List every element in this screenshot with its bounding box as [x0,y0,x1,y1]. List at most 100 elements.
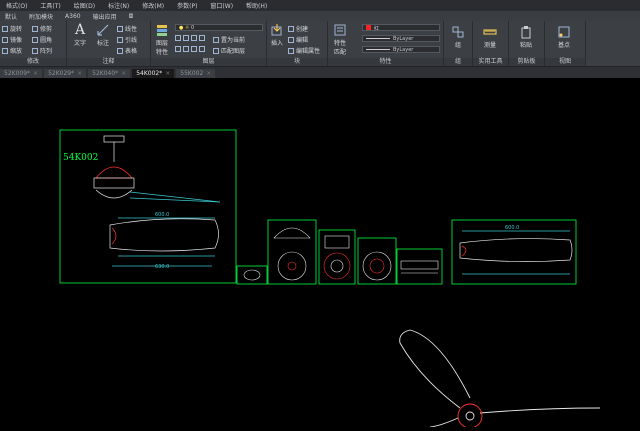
close-icon[interactable]: × [165,69,170,78]
color-dropdown[interactable]: 红 [362,24,440,32]
linetype-icon [366,38,390,39]
doc-tab[interactable]: 52K040* × [88,69,131,78]
blade-right-view: 600.0 [459,225,573,275]
paste-button[interactable]: 粘贴 [515,25,537,49]
match-properties-icon [334,24,346,36]
dimension-text: 600.0 [505,225,519,231]
menu-parametric[interactable]: 参数(P) [171,1,204,10]
scale-tool[interactable]: 缩放 [2,46,22,55]
panel-label[interactable]: 特性 [328,58,443,66]
menu-modify[interactable]: 修改(M) [136,1,171,10]
linear-dim-tool[interactable]: 线性 [117,24,137,33]
panel-label[interactable]: 图层 [151,58,266,66]
frame-part [236,265,268,285]
ribbon-tab-bar: 默认 附加模块 A360 输出应用 ◘ [0,11,640,21]
panel-layers: 图层 特性 ● ☼ 0 置为当前 匹配图层 图层 [151,21,267,66]
linetype-dropdown[interactable]: ByLayer [362,35,440,42]
fillet-tool[interactable]: 圆角 [32,35,52,44]
layer-icon [191,46,197,52]
edit-block-tool[interactable]: 编辑 [288,35,308,44]
panel-annotation: A 文字 标注 线性 引线 表格 注释 [67,21,151,66]
match-layer-tool[interactable]: 匹配图层 [213,46,245,55]
panel-properties: 特性 匹配 红 ByLayer ByLayer 特性 [328,21,444,66]
table-tool[interactable]: 表格 [117,46,137,55]
tab-a360[interactable]: A360 [60,13,88,20]
layer-icon [183,35,189,41]
menu-window[interactable]: 窗口(W) [204,1,240,10]
array-icon [32,47,38,54]
doc-tab[interactable]: 55K002 × [176,69,216,78]
close-icon[interactable]: × [33,69,38,78]
trim-tool[interactable]: 修剪 [32,24,52,33]
dimension-button[interactable]: 标注 [92,23,114,47]
close-icon[interactable]: × [121,69,126,78]
basepoint-icon [558,26,570,38]
doc-tab-active[interactable]: 54K002* × [132,69,175,78]
frame-part [318,229,356,285]
rotate-tool[interactable]: 旋转 [2,24,22,33]
menu-draw[interactable]: 绘图(D) [68,1,102,10]
panel-label[interactable]: 实用工具 [473,58,508,66]
mirror-tool[interactable]: 镜像 [2,35,22,44]
menu-dimension[interactable]: 标注(N) [102,1,136,10]
lineweight-dropdown[interactable]: ByLayer [362,46,440,53]
menu-format[interactable]: 格式(O) [0,1,34,10]
fan-plan-view [399,329,601,429]
panel-label[interactable]: 修改 [0,58,66,66]
drawing-canvas[interactable]: 54K002 600.0 630.0 600.0 [0,78,640,429]
array-tool[interactable]: 阵列 [32,46,52,55]
ribbon-toggle-icon[interactable]: ◘ [124,13,141,20]
trim-icon [32,25,38,32]
panel-modify: 旋转 修剪 镜像 圆角 缩放 阵列 修改 [0,21,67,66]
leader-tool[interactable]: 引线 [117,35,137,44]
leader-icon [117,36,123,43]
fillet-icon [32,36,38,43]
panel-clipboard: 粘贴 剪贴板 [509,21,545,66]
layer-tools-row2[interactable] [175,46,207,52]
edit-attributes-tool[interactable]: 编辑属性 [288,46,320,55]
lightbulb-icon: ● [179,25,184,31]
rotate-icon [2,25,8,32]
close-icon[interactable]: × [206,69,211,78]
menu-bar: 格式(O) 工具(T) 绘图(D) 标注(N) 修改(M) 参数(P) 窗口(W… [0,0,640,11]
panel-label[interactable]: 视图 [545,58,585,66]
group-button[interactable]: 组 [447,25,469,49]
group-icon [452,26,464,38]
panel-utilities: 测量 实用工具 [473,21,509,66]
panel-label[interactable]: 组 [444,58,472,66]
doc-tab[interactable]: 52K029* × [44,69,87,78]
menu-help[interactable]: 帮助(H) [240,1,274,10]
panel-label[interactable]: 剪贴板 [509,58,544,66]
basepoint-button[interactable]: 基点 [553,25,575,49]
create-block-tool[interactable]: 创建 [288,24,308,33]
ribbon: 旋转 修剪 镜像 圆角 缩放 阵列 修改 A 文字 标注 线性 引线 表格 注释… [0,21,640,67]
layer-icon [199,35,205,41]
color-swatch-icon [366,25,371,30]
layer-dropdown[interactable]: ● ☼ 0 [175,24,263,31]
drawing-label: 54K002 [63,153,98,163]
panel-label[interactable]: 块 [267,58,327,66]
dimension-text: 600.0 [155,212,169,218]
measure-button[interactable]: 测量 [479,25,501,49]
doc-tab[interactable]: 52K009* × [0,69,43,78]
panel-block: 插入 创建 编辑 编辑属性 块 [267,21,328,66]
match-properties-button[interactable]: 特性 匹配 [329,23,351,56]
insert-button[interactable]: 插入 [268,23,286,47]
small-part [243,269,261,281]
tab-addins[interactable]: 附加模块 [24,12,60,21]
match-layer-icon [213,47,219,54]
tab-output-apps[interactable]: 输出应用 [88,12,124,21]
table-icon [117,47,123,54]
tab-default[interactable]: 默认 [0,12,24,21]
layer-properties-button[interactable]: 图层 特性 [152,23,172,56]
set-current-tool[interactable]: 置为当前 [213,35,245,44]
text-icon: A [74,22,86,38]
text-button[interactable]: A 文字 [69,23,91,47]
layer-tools-row1[interactable] [175,35,207,41]
insert-icon [271,24,282,36]
fan-side-view [93,135,221,203]
panel-label[interactable]: 注释 [67,58,150,66]
lineweight-icon [366,49,390,50]
close-icon[interactable]: × [77,69,82,78]
menu-tools[interactable]: 工具(T) [34,1,67,10]
